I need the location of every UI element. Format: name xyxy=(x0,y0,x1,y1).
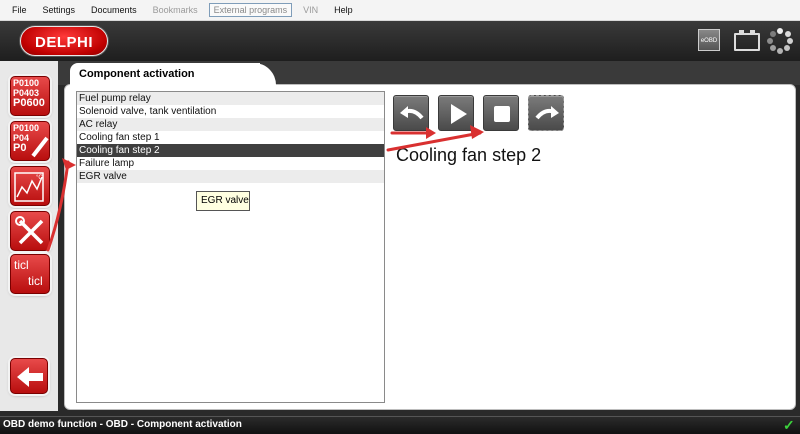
check-icon: ✓ xyxy=(783,417,795,433)
svg-text:°C: °C xyxy=(36,175,43,181)
battery-icon[interactable] xyxy=(734,30,760,51)
stop-button[interactable] xyxy=(483,95,519,131)
delphi-logo: DELPHI xyxy=(20,26,108,56)
redo-arrow-icon xyxy=(535,106,559,120)
status-text: OBD demo function - OBD - Component acti… xyxy=(3,419,242,430)
ticl-label-bottom: ticl xyxy=(28,274,43,288)
selected-component-label: Cooling fan step 2 xyxy=(396,145,542,165)
dtc-code: P0100 xyxy=(13,78,40,88)
list-item[interactable]: Fuel pump relay xyxy=(77,92,384,105)
clear-dtc-button[interactable]: P0100 P04 P0 xyxy=(10,121,50,161)
menu-bar: File Settings Documents Bookmarks Extern… xyxy=(0,0,800,21)
arrow-left-icon xyxy=(17,367,43,387)
live-data-button[interactable]: °C xyxy=(10,166,50,206)
read-dtc-button[interactable]: P0100 P0403 P0600 xyxy=(10,76,50,116)
status-bar: OBD demo function - OBD - Component acti… xyxy=(0,416,800,434)
menu-vin[interactable]: VIN xyxy=(295,0,326,21)
menu-help[interactable]: Help xyxy=(326,0,361,21)
back-button[interactable] xyxy=(10,358,48,394)
eraser-icon xyxy=(31,136,49,158)
tools-button[interactable] xyxy=(10,211,50,251)
header-bar: DELPHI eOBD xyxy=(0,21,800,61)
app-window: File Settings Documents Bookmarks Extern… xyxy=(0,0,800,434)
logo-text: DELPHI xyxy=(34,34,93,51)
ticl-button[interactable]: ticl ticl xyxy=(10,254,50,294)
connection-spinner-icon xyxy=(767,28,793,54)
list-item[interactable]: Solenoid valve, tank ventilation xyxy=(77,105,384,118)
menu-settings[interactable]: Settings xyxy=(35,0,84,21)
stop-icon xyxy=(494,106,510,122)
list-item-selected[interactable]: Cooling fan step 2 xyxy=(77,144,384,157)
undo-button[interactable] xyxy=(393,95,429,131)
list-item[interactable]: Failure lamp xyxy=(77,157,384,170)
wrench-screwdriver-icon xyxy=(15,216,44,245)
tooltip: EGR valve xyxy=(196,191,250,211)
menu-external-programs[interactable]: External programs xyxy=(208,3,293,17)
list-item[interactable]: AC relay xyxy=(77,118,384,131)
component-list[interactable]: Fuel pump relay Solenoid valve, tank ven… xyxy=(76,91,385,403)
menu-documents[interactable]: Documents xyxy=(83,0,145,21)
dtc-code: P0600 xyxy=(13,97,45,109)
play-icon xyxy=(451,104,467,124)
redo-button[interactable] xyxy=(528,95,564,131)
play-button[interactable] xyxy=(438,95,474,131)
menu-bookmarks[interactable]: Bookmarks xyxy=(145,0,206,21)
tab-component-activation[interactable]: Component activation xyxy=(70,63,260,85)
undo-arrow-icon xyxy=(400,106,424,120)
menu-file[interactable]: File xyxy=(4,0,35,21)
list-item[interactable]: EGR valve xyxy=(77,170,384,183)
eobd-icon[interactable]: eOBD xyxy=(698,29,720,51)
list-item[interactable]: Cooling fan step 1 xyxy=(77,131,384,144)
live-data-graph-icon: °C xyxy=(14,172,44,202)
ticl-label-top: ticl xyxy=(14,258,29,272)
